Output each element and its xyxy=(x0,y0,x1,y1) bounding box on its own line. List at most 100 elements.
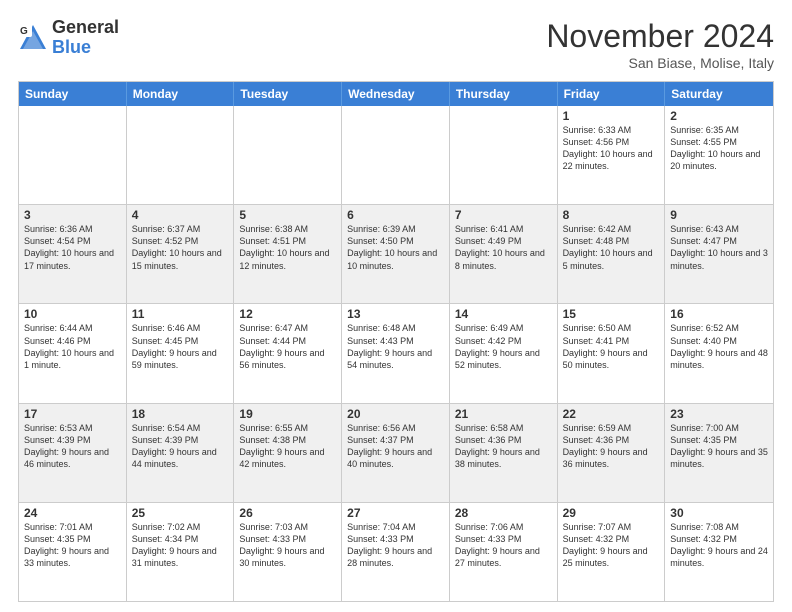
day-number: 19 xyxy=(239,407,336,421)
calendar-row-0: 1Sunrise: 6:33 AM Sunset: 4:56 PM Daylig… xyxy=(19,106,773,204)
cal-cell-1-4: 7Sunrise: 6:41 AM Sunset: 4:49 PM Daylig… xyxy=(450,205,558,303)
day-info: Sunrise: 6:48 AM Sunset: 4:43 PM Dayligh… xyxy=(347,322,444,371)
day-number: 14 xyxy=(455,307,552,321)
header-cell-thursday: Thursday xyxy=(450,82,558,106)
cal-cell-4-6: 30Sunrise: 7:08 AM Sunset: 4:32 PM Dayli… xyxy=(665,503,773,601)
day-number: 20 xyxy=(347,407,444,421)
day-info: Sunrise: 6:49 AM Sunset: 4:42 PM Dayligh… xyxy=(455,322,552,371)
month-title: November 2024 xyxy=(546,18,774,55)
logo-general: General xyxy=(52,18,119,38)
day-number: 9 xyxy=(670,208,768,222)
cal-cell-1-5: 8Sunrise: 6:42 AM Sunset: 4:48 PM Daylig… xyxy=(558,205,666,303)
day-info: Sunrise: 6:41 AM Sunset: 4:49 PM Dayligh… xyxy=(455,223,552,272)
day-info: Sunrise: 6:42 AM Sunset: 4:48 PM Dayligh… xyxy=(563,223,660,272)
day-info: Sunrise: 6:44 AM Sunset: 4:46 PM Dayligh… xyxy=(24,322,121,371)
cal-cell-4-5: 29Sunrise: 7:07 AM Sunset: 4:32 PM Dayli… xyxy=(558,503,666,601)
cal-cell-3-4: 21Sunrise: 6:58 AM Sunset: 4:36 PM Dayli… xyxy=(450,404,558,502)
day-info: Sunrise: 6:53 AM Sunset: 4:39 PM Dayligh… xyxy=(24,422,121,471)
cal-cell-3-2: 19Sunrise: 6:55 AM Sunset: 4:38 PM Dayli… xyxy=(234,404,342,502)
day-number: 13 xyxy=(347,307,444,321)
day-number: 21 xyxy=(455,407,552,421)
cal-cell-3-0: 17Sunrise: 6:53 AM Sunset: 4:39 PM Dayli… xyxy=(19,404,127,502)
day-info: Sunrise: 6:46 AM Sunset: 4:45 PM Dayligh… xyxy=(132,322,229,371)
cal-cell-2-2: 12Sunrise: 6:47 AM Sunset: 4:44 PM Dayli… xyxy=(234,304,342,402)
day-number: 30 xyxy=(670,506,768,520)
day-info: Sunrise: 6:36 AM Sunset: 4:54 PM Dayligh… xyxy=(24,223,121,272)
cal-cell-0-1 xyxy=(127,106,235,204)
day-number: 2 xyxy=(670,109,768,123)
day-info: Sunrise: 6:39 AM Sunset: 4:50 PM Dayligh… xyxy=(347,223,444,272)
cal-cell-2-4: 14Sunrise: 6:49 AM Sunset: 4:42 PM Dayli… xyxy=(450,304,558,402)
day-number: 4 xyxy=(132,208,229,222)
day-info: Sunrise: 7:00 AM Sunset: 4:35 PM Dayligh… xyxy=(670,422,768,471)
day-info: Sunrise: 7:03 AM Sunset: 4:33 PM Dayligh… xyxy=(239,521,336,570)
day-number: 18 xyxy=(132,407,229,421)
cal-cell-1-6: 9Sunrise: 6:43 AM Sunset: 4:47 PM Daylig… xyxy=(665,205,773,303)
cal-cell-0-3 xyxy=(342,106,450,204)
day-info: Sunrise: 6:50 AM Sunset: 4:41 PM Dayligh… xyxy=(563,322,660,371)
day-number: 1 xyxy=(563,109,660,123)
day-number: 17 xyxy=(24,407,121,421)
calendar: SundayMondayTuesdayWednesdayThursdayFrid… xyxy=(18,81,774,602)
cal-cell-2-5: 15Sunrise: 6:50 AM Sunset: 4:41 PM Dayli… xyxy=(558,304,666,402)
day-number: 16 xyxy=(670,307,768,321)
day-info: Sunrise: 6:38 AM Sunset: 4:51 PM Dayligh… xyxy=(239,223,336,272)
logo: G General Blue xyxy=(18,18,119,58)
cal-cell-0-4 xyxy=(450,106,558,204)
calendar-row-3: 17Sunrise: 6:53 AM Sunset: 4:39 PM Dayli… xyxy=(19,403,773,502)
cal-cell-1-1: 4Sunrise: 6:37 AM Sunset: 4:52 PM Daylig… xyxy=(127,205,235,303)
cal-cell-3-1: 18Sunrise: 6:54 AM Sunset: 4:39 PM Dayli… xyxy=(127,404,235,502)
cal-cell-2-0: 10Sunrise: 6:44 AM Sunset: 4:46 PM Dayli… xyxy=(19,304,127,402)
day-info: Sunrise: 7:04 AM Sunset: 4:33 PM Dayligh… xyxy=(347,521,444,570)
cal-cell-4-2: 26Sunrise: 7:03 AM Sunset: 4:33 PM Dayli… xyxy=(234,503,342,601)
cal-cell-2-3: 13Sunrise: 6:48 AM Sunset: 4:43 PM Dayli… xyxy=(342,304,450,402)
header-cell-wednesday: Wednesday xyxy=(342,82,450,106)
cal-cell-3-3: 20Sunrise: 6:56 AM Sunset: 4:37 PM Dayli… xyxy=(342,404,450,502)
day-number: 26 xyxy=(239,506,336,520)
day-number: 8 xyxy=(563,208,660,222)
header-cell-tuesday: Tuesday xyxy=(234,82,342,106)
calendar-row-1: 3Sunrise: 6:36 AM Sunset: 4:54 PM Daylig… xyxy=(19,204,773,303)
day-info: Sunrise: 6:54 AM Sunset: 4:39 PM Dayligh… xyxy=(132,422,229,471)
cal-cell-0-0 xyxy=(19,106,127,204)
day-number: 6 xyxy=(347,208,444,222)
day-info: Sunrise: 7:06 AM Sunset: 4:33 PM Dayligh… xyxy=(455,521,552,570)
header-cell-friday: Friday xyxy=(558,82,666,106)
cal-cell-0-2 xyxy=(234,106,342,204)
day-info: Sunrise: 7:01 AM Sunset: 4:35 PM Dayligh… xyxy=(24,521,121,570)
day-number: 7 xyxy=(455,208,552,222)
day-number: 3 xyxy=(24,208,121,222)
day-info: Sunrise: 6:58 AM Sunset: 4:36 PM Dayligh… xyxy=(455,422,552,471)
logo-icon: G xyxy=(18,23,48,53)
day-info: Sunrise: 6:55 AM Sunset: 4:38 PM Dayligh… xyxy=(239,422,336,471)
cal-cell-3-6: 23Sunrise: 7:00 AM Sunset: 4:35 PM Dayli… xyxy=(665,404,773,502)
cal-cell-4-3: 27Sunrise: 7:04 AM Sunset: 4:33 PM Dayli… xyxy=(342,503,450,601)
day-info: Sunrise: 6:52 AM Sunset: 4:40 PM Dayligh… xyxy=(670,322,768,371)
day-number: 5 xyxy=(239,208,336,222)
day-info: Sunrise: 7:07 AM Sunset: 4:32 PM Dayligh… xyxy=(563,521,660,570)
location: San Biase, Molise, Italy xyxy=(546,55,774,71)
day-info: Sunrise: 7:02 AM Sunset: 4:34 PM Dayligh… xyxy=(132,521,229,570)
cal-cell-1-0: 3Sunrise: 6:36 AM Sunset: 4:54 PM Daylig… xyxy=(19,205,127,303)
cal-cell-3-5: 22Sunrise: 6:59 AM Sunset: 4:36 PM Dayli… xyxy=(558,404,666,502)
cal-cell-2-6: 16Sunrise: 6:52 AM Sunset: 4:40 PM Dayli… xyxy=(665,304,773,402)
day-info: Sunrise: 6:59 AM Sunset: 4:36 PM Dayligh… xyxy=(563,422,660,471)
calendar-row-4: 24Sunrise: 7:01 AM Sunset: 4:35 PM Dayli… xyxy=(19,502,773,601)
calendar-header: SundayMondayTuesdayWednesdayThursdayFrid… xyxy=(19,82,773,106)
calendar-body: 1Sunrise: 6:33 AM Sunset: 4:56 PM Daylig… xyxy=(19,106,773,601)
day-number: 29 xyxy=(563,506,660,520)
calendar-row-2: 10Sunrise: 6:44 AM Sunset: 4:46 PM Dayli… xyxy=(19,303,773,402)
day-info: Sunrise: 7:08 AM Sunset: 4:32 PM Dayligh… xyxy=(670,521,768,570)
cal-cell-4-1: 25Sunrise: 7:02 AM Sunset: 4:34 PM Dayli… xyxy=(127,503,235,601)
day-number: 28 xyxy=(455,506,552,520)
cal-cell-4-0: 24Sunrise: 7:01 AM Sunset: 4:35 PM Dayli… xyxy=(19,503,127,601)
day-number: 25 xyxy=(132,506,229,520)
day-info: Sunrise: 6:35 AM Sunset: 4:55 PM Dayligh… xyxy=(670,124,768,173)
day-number: 27 xyxy=(347,506,444,520)
day-number: 10 xyxy=(24,307,121,321)
cal-cell-1-2: 5Sunrise: 6:38 AM Sunset: 4:51 PM Daylig… xyxy=(234,205,342,303)
cal-cell-4-4: 28Sunrise: 7:06 AM Sunset: 4:33 PM Dayli… xyxy=(450,503,558,601)
day-number: 15 xyxy=(563,307,660,321)
title-block: November 2024 San Biase, Molise, Italy xyxy=(546,18,774,71)
svg-text:G: G xyxy=(20,26,28,37)
